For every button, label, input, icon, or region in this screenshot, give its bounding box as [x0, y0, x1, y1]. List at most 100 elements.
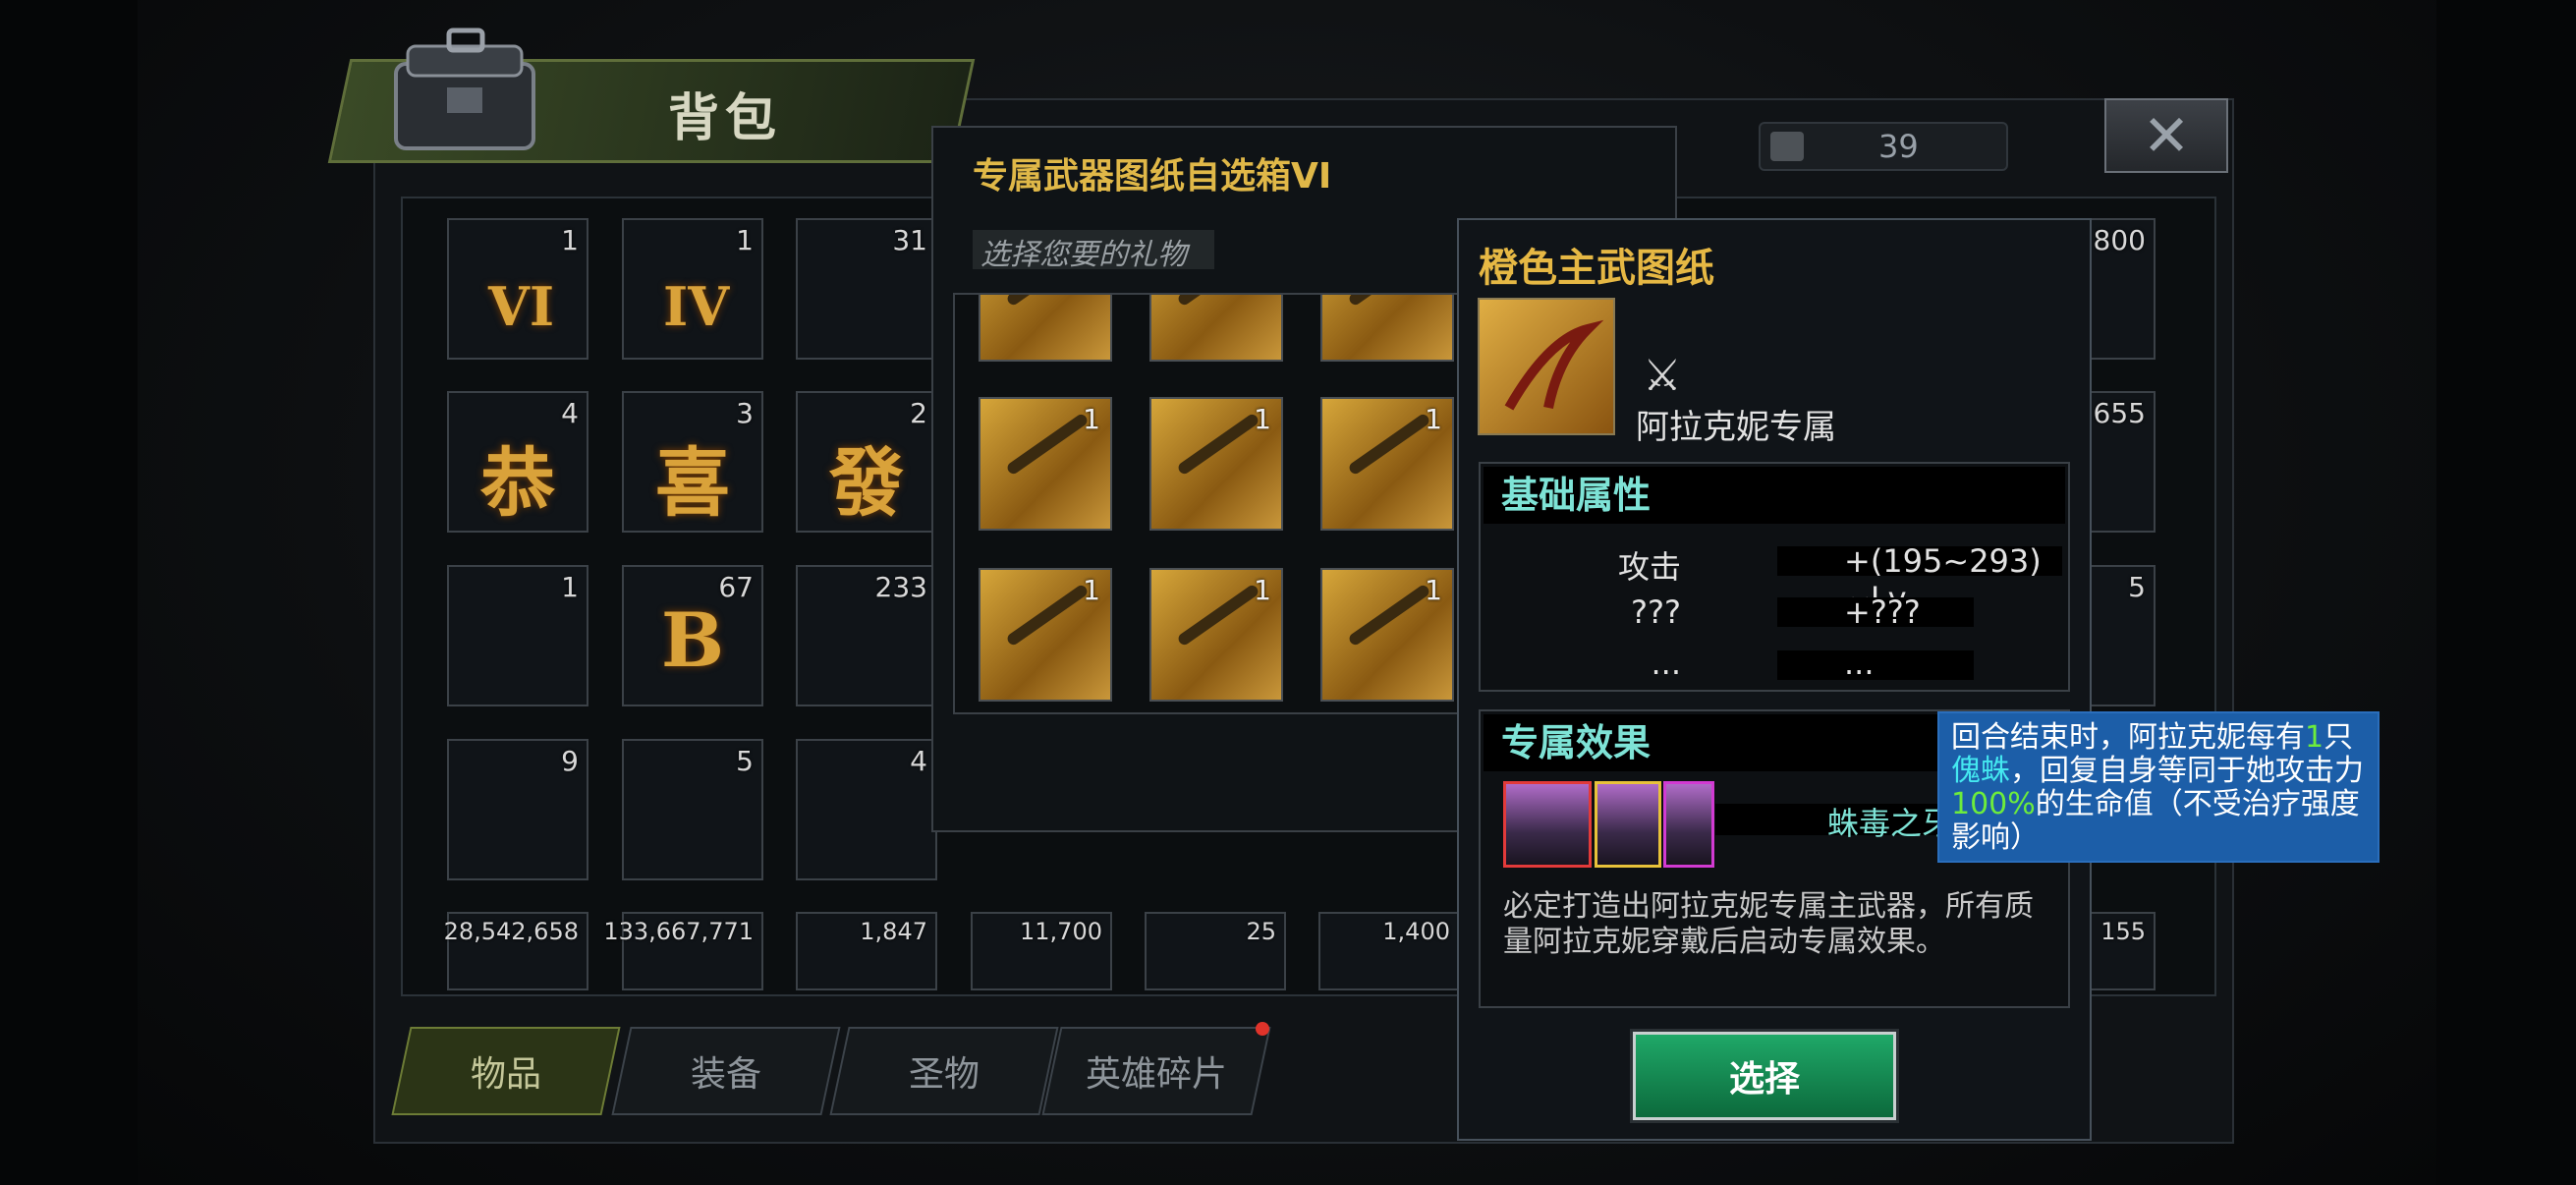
item-quantity: 1	[736, 224, 754, 256]
blueprint-option[interactable]	[1320, 295, 1454, 362]
backpack-item-slot[interactable]: 25	[1145, 912, 1286, 990]
item-glyph: VI	[488, 275, 555, 338]
tooltip-text: 只	[2324, 720, 2354, 755]
hero-portrait	[1663, 781, 1714, 868]
item-quantity: 1	[1083, 574, 1100, 606]
item-quantity: 1	[1254, 403, 1271, 435]
item-glyph: 喜	[655, 439, 730, 527]
item-owner: 阿拉克妮专属	[1636, 408, 1836, 447]
capacity-counter: 39	[1759, 122, 2008, 171]
bag-capacity-icon	[1770, 132, 1804, 161]
item-quantity: 1	[1425, 403, 1442, 435]
item-quantity: 1,847	[860, 918, 927, 945]
selection-box-title: 专属武器图纸自选箱VI	[973, 156, 1332, 197]
blueprint-option[interactable]	[1149, 295, 1283, 362]
stat-label: ...	[1651, 645, 1681, 682]
weapon-sketch-icon	[1005, 295, 1090, 308]
item-description: 必定打造出阿拉克妮专属主武器，所有质量阿拉克妮穿戴后启动专属效果。	[1503, 889, 2034, 959]
backpack-item-slot[interactable]: 1,400	[1318, 912, 1460, 990]
backpack-item-slot[interactable]: 1 VI	[447, 218, 588, 360]
tab-items[interactable]: 物品	[391, 1027, 621, 1115]
select-button[interactable]: 选择	[1633, 1032, 1896, 1120]
item-quantity: 9	[561, 745, 579, 777]
backpack-item-slot[interactable]: 9	[447, 739, 588, 880]
blueprint-option[interactable]: 1	[979, 568, 1112, 702]
blueprint-option[interactable]: 1	[1149, 397, 1283, 531]
stat-value: +???	[1844, 593, 1921, 631]
backpack-item-slot[interactable]: 233	[796, 565, 937, 706]
weapon-sketch-icon	[1005, 583, 1090, 648]
weapon-sketch-icon	[1176, 583, 1260, 648]
hero-portrait	[1503, 781, 1592, 868]
base-attributes-section: 基础属性 攻击 +(195~293) ~Lv ??? +??? ... ...	[1479, 462, 2070, 692]
backpack-item-slot[interactable]: 3喜	[622, 391, 763, 533]
item-quantity: 1	[1425, 574, 1442, 606]
blueprint-option[interactable]	[979, 295, 1112, 362]
backpack-item-slot[interactable]: 11,700	[971, 912, 1112, 990]
item-quantity: 655	[2093, 397, 2146, 429]
backpack-item-slot[interactable]: 4恭	[447, 391, 588, 533]
backpack-item-slot[interactable]: 28,542,658	[444, 912, 588, 990]
effect-name: 蛛毒之牙	[1827, 805, 1954, 842]
tab-hero-fragments[interactable]: 英雄碎片	[1041, 1027, 1271, 1115]
tab-relics[interactable]: 圣物	[829, 1027, 1059, 1115]
stat-label: ???	[1631, 593, 1681, 631]
close-button[interactable]: ✕	[2104, 98, 2228, 173]
blueprint-option[interactable]: 1	[1320, 568, 1454, 702]
item-quantity: 11,700	[1020, 918, 1102, 945]
effect-tooltip: 回合结束时，阿拉克妮每有1只傀蛛，回复自身等同于她攻击力100%的生命值（不受治…	[1937, 711, 2380, 863]
stat-value: ...	[1844, 645, 1875, 682]
blueprint-icon	[1478, 298, 1615, 435]
backpack-item-slot[interactable]: 4	[796, 739, 937, 880]
hero-portrait	[1595, 781, 1661, 868]
item-quantity: 31	[892, 224, 927, 256]
tooltip-highlight: 傀蛛	[1951, 754, 2010, 788]
selection-box-subtitle: 选择您要的礼物	[973, 230, 1214, 272]
blueprint-option[interactable]: 1	[1320, 397, 1454, 531]
blueprint-option[interactable]: 1	[979, 397, 1112, 531]
tooltip-highlight: 1	[2305, 720, 2324, 755]
crossed-swords-icon: ⚔	[1643, 351, 1682, 401]
item-quantity: 800	[2093, 224, 2146, 256]
stat-label: 攻击	[1617, 548, 1681, 586]
item-glyph: 恭	[480, 439, 555, 527]
weapon-sketch-icon	[1176, 412, 1260, 477]
backpack-item-slot[interactable]: 31	[796, 218, 937, 360]
chest-icon	[378, 25, 550, 162]
item-quantity: 1	[561, 571, 579, 603]
blueprint-grid: 1 1 1 1 1 1	[953, 293, 1468, 714]
backpack-item-slot[interactable]: 2發	[796, 391, 937, 533]
tooltip-text: 回合结束时，阿拉克妮每有	[1951, 720, 2305, 755]
tooltip-text: ，回复自身等同于她攻击力	[2010, 754, 2364, 788]
notification-dot	[1256, 1022, 1269, 1036]
backpack-item-slot[interactable]: 1 IV	[622, 218, 763, 360]
backpack-item-slot[interactable]: 67 B	[622, 565, 763, 706]
backpack-item-slot[interactable]: 1	[447, 565, 588, 706]
item-quantity: 133,667,771	[603, 918, 754, 945]
blueprint-option[interactable]: 1	[1149, 568, 1283, 702]
item-quantity: 233	[874, 571, 927, 603]
backpack-item-slot[interactable]: 1,847	[796, 912, 937, 990]
tab-label: 装备	[690, 1054, 761, 1095]
weapon-sketch-icon	[1347, 412, 1431, 477]
item-title: 橙色主武图纸	[1479, 246, 1714, 291]
item-glyph: 發	[829, 439, 904, 527]
weapon-sketch-icon	[1176, 295, 1260, 308]
weapon-sketch-icon	[1005, 412, 1090, 477]
game-scene: 背包 ✕ 39 1 VI 1 IV 31 800 4 恭 3 喜 2 發 655 1 67 B 233 5 9 5 4 2…	[0, 0, 2576, 1185]
backpack-title: 背包	[668, 89, 783, 148]
item-quantity: 1,400	[1382, 918, 1450, 945]
item-glyph: IV	[663, 275, 730, 338]
item-quantity: 25	[1246, 918, 1276, 945]
tab-label: 圣物	[908, 1054, 980, 1095]
item-quantity: 1	[1254, 574, 1271, 606]
tab-equipment[interactable]: 装备	[611, 1027, 841, 1115]
item-quantity: 1	[561, 224, 579, 256]
stat-bar	[1777, 650, 1974, 680]
tooltip-highlight: 100%	[1951, 787, 2036, 821]
capacity-value: 39	[1878, 128, 1919, 165]
item-quantity: 1	[1083, 403, 1100, 435]
backpack-item-slot[interactable]: 133,667,771	[603, 912, 763, 990]
backpack-item-slot[interactable]: 5	[622, 739, 763, 880]
item-quantity: 5	[2128, 571, 2146, 603]
